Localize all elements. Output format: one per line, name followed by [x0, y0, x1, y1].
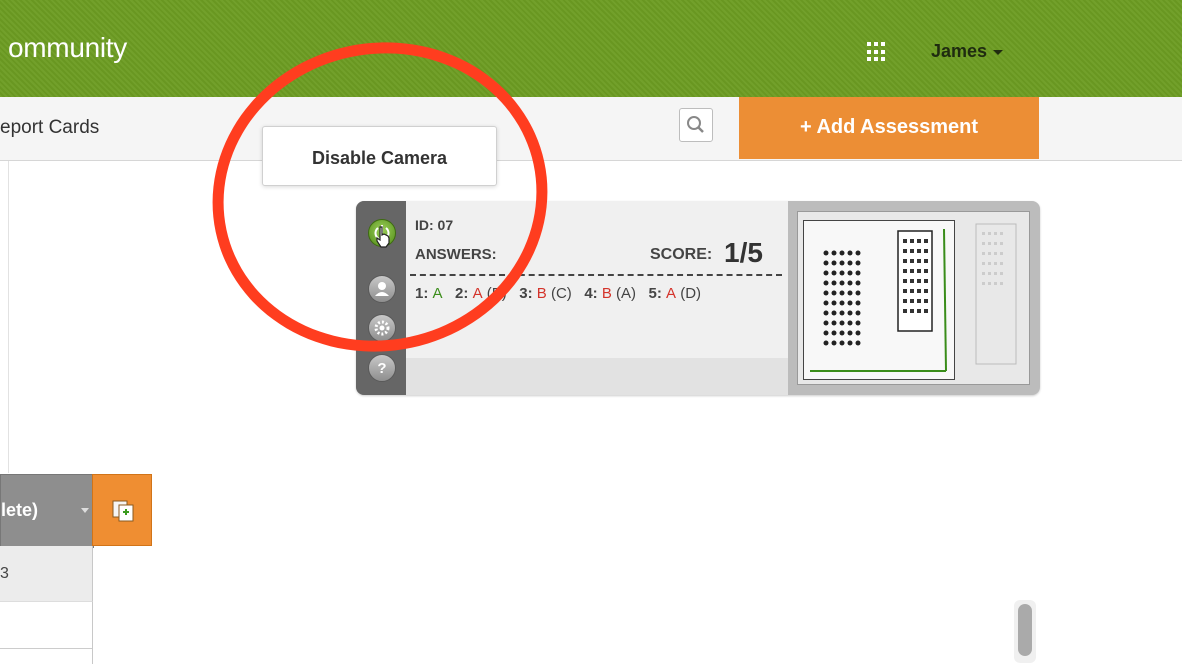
card-footer	[406, 358, 788, 395]
svg-text:?: ?	[377, 360, 386, 377]
add-column-button[interactable]	[92, 474, 152, 546]
search-button[interactable]	[679, 108, 713, 142]
table-header-status[interactable]: lete)	[0, 474, 94, 548]
scrollbar-thumb[interactable]	[1018, 604, 1032, 656]
answer-number: 5:	[648, 285, 662, 302]
divider	[0, 648, 92, 649]
answer-item: 4: B (A)	[584, 285, 636, 302]
answer-number: 4:	[584, 285, 598, 302]
divider	[8, 161, 9, 473]
answer-item: 3: B (C)	[519, 285, 572, 302]
camera-thumbnail[interactable]	[797, 211, 1030, 385]
bubble-sheet-graphic	[810, 228, 947, 372]
nav-report-cards[interactable]: eport Cards	[0, 117, 99, 139]
help-icon: ?	[377, 360, 386, 377]
top-bar: ommunity James	[0, 0, 1182, 97]
add-document-icon	[112, 500, 134, 522]
table-row	[0, 601, 93, 664]
answer-given: A	[666, 285, 677, 302]
answer-item: 5: A (D)	[649, 285, 702, 302]
user-name: James	[931, 41, 988, 61]
chevron-down-icon	[993, 49, 1004, 55]
answer-given: B	[536, 285, 547, 302]
hand-pointer-icon	[376, 226, 390, 248]
answer-expected: (D)	[680, 285, 702, 302]
answer-expected: (A)	[616, 285, 637, 302]
answer-given: B	[601, 285, 612, 302]
add-assessment-button[interactable]: + Add Assessment	[739, 97, 1039, 159]
answer-sheet-image	[803, 220, 955, 380]
score-label: SCORE:	[650, 246, 713, 263]
column-header-label: lete)	[1, 500, 39, 520]
user-menu[interactable]: James	[931, 41, 1004, 62]
answer-expected: (C)	[550, 285, 572, 302]
sub-navigation: eport Cards + Add Assessment	[0, 97, 1182, 161]
brand-title[interactable]: ommunity	[8, 32, 127, 64]
search-icon	[687, 116, 704, 133]
help-button[interactable]: ?	[368, 354, 396, 382]
score-value: 1/5	[724, 237, 763, 268]
sheet-background-graphic	[975, 223, 1017, 365]
chevron-down-icon	[81, 508, 89, 513]
answer-number: 3:	[519, 285, 533, 302]
table-row: 3	[0, 546, 93, 601]
table-cell: 3	[0, 565, 9, 582]
apps-grid-icon[interactable]	[867, 42, 887, 62]
